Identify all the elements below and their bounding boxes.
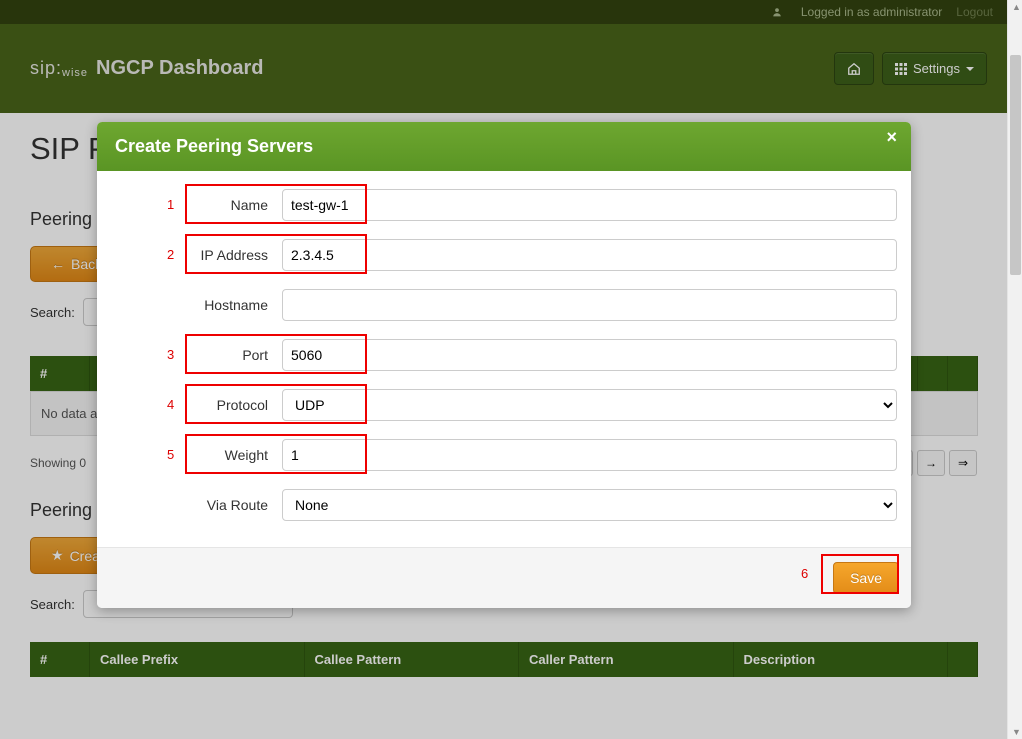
hostname-input[interactable] bbox=[282, 289, 897, 321]
scroll-thumb[interactable] bbox=[1010, 55, 1021, 275]
port-label: Port bbox=[107, 347, 282, 363]
via-route-select[interactable]: None bbox=[282, 489, 897, 521]
annot-1: 1 bbox=[167, 197, 174, 212]
annot-5: 5 bbox=[167, 447, 174, 462]
modal-title: Create Peering Servers bbox=[115, 136, 313, 157]
ip-input[interactable] bbox=[282, 239, 897, 271]
annot-4: 4 bbox=[167, 397, 174, 412]
save-button[interactable]: Save bbox=[833, 562, 899, 594]
protocol-label: Protocol bbox=[107, 397, 282, 413]
via-route-label: Via Route bbox=[107, 497, 282, 513]
scroll-up-icon[interactable]: ▲ bbox=[1012, 2, 1021, 12]
close-icon[interactable]: × bbox=[886, 127, 897, 148]
annot-3: 3 bbox=[167, 347, 174, 362]
annot-2: 2 bbox=[167, 247, 174, 262]
annot-6: 6 bbox=[801, 566, 808, 581]
weight-input[interactable] bbox=[282, 439, 897, 471]
ip-label: IP Address bbox=[107, 247, 282, 263]
scrollbar[interactable]: ▲ ▼ bbox=[1007, 0, 1022, 739]
hostname-label: Hostname bbox=[107, 297, 282, 313]
port-input[interactable] bbox=[282, 339, 897, 371]
name-input[interactable] bbox=[282, 189, 897, 221]
create-peering-server-modal: Create Peering Servers × 1 Name 2 IP Add… bbox=[97, 122, 911, 608]
scroll-down-icon[interactable]: ▼ bbox=[1012, 727, 1021, 737]
protocol-select[interactable]: UDP bbox=[282, 389, 897, 421]
name-label: Name bbox=[107, 197, 282, 213]
weight-label: Weight bbox=[107, 447, 282, 463]
